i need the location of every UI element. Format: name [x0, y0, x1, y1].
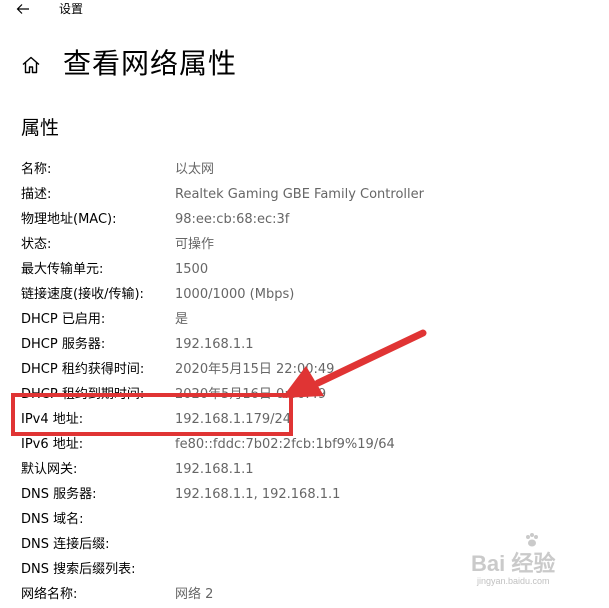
- property-row-status: 状态: 可操作: [0, 233, 609, 258]
- property-value: 192.168.1.1: [175, 462, 254, 477]
- property-row-dhcp-enabled: DHCP 已启用: 是: [0, 308, 609, 333]
- property-label: 名称:: [21, 162, 52, 177]
- property-label: DHCP 租约到期时间:: [21, 387, 145, 402]
- section-title: 属性: [21, 117, 60, 139]
- back-button[interactable]: [12, 0, 34, 20]
- property-row-ipv4: IPv4 地址: 192.168.1.179/24: [0, 408, 609, 433]
- property-value: fe80::fddc:7b02:2fcb:1bf9%19/64: [175, 437, 395, 452]
- property-value: 1000/1000 (Mbps): [175, 287, 295, 302]
- property-label: 描述:: [21, 187, 52, 202]
- property-value: 以太网: [175, 162, 215, 177]
- home-button[interactable]: [20, 54, 42, 76]
- property-row-gateway: 默认网关: 192.168.1.1: [0, 458, 609, 483]
- property-row-ipv6: IPv6 地址: fe80::fddc:7b02:2fcb:1bf9%19/64: [0, 433, 609, 458]
- property-value: 2020年5月15日 22:00:49: [175, 362, 335, 377]
- title-bar: 设置: [0, 0, 609, 22]
- property-row-name: 名称: 以太网: [0, 158, 609, 183]
- property-value: 98:ee:cb:68:ec:3f: [175, 212, 290, 227]
- property-label: IPv4 地址:: [21, 412, 84, 427]
- property-row-lease-expires: DHCP 租约到期时间: 2020年5月16日 0:00:49: [0, 383, 609, 408]
- property-label: 默认网关:: [21, 462, 78, 477]
- property-row-mtu: 最大传输单元: 1500: [0, 258, 609, 283]
- property-label: DNS 域名:: [21, 512, 84, 527]
- property-row-network-name: 网络名称: 网络 2: [0, 583, 609, 608]
- property-value: 网络 2: [175, 587, 214, 602]
- property-label: DHCP 租约获得时间:: [21, 362, 145, 377]
- property-row-dns-domain: DNS 域名:: [0, 508, 609, 533]
- property-value: 是: [175, 312, 189, 327]
- property-value: 192.168.1.1, 192.168.1.1: [175, 487, 341, 502]
- property-value: 2020年5月16日 0:00:49: [175, 387, 327, 402]
- property-label: 网络名称:: [21, 587, 78, 602]
- property-label: IPv6 地址:: [21, 437, 84, 452]
- property-label: 物理地址(MAC):: [21, 212, 117, 227]
- property-row-dhcp-server: DHCP 服务器: 192.168.1.1: [0, 333, 609, 358]
- properties-list: 名称: 以太网 描述: Realtek Gaming GBE Family Co…: [0, 158, 609, 608]
- property-value: 可操作: [175, 237, 215, 252]
- property-row-link-speed: 链接速度(接收/传输): 1000/1000 (Mbps): [0, 283, 609, 308]
- property-value: 192.168.1.1: [175, 337, 254, 352]
- property-label: 状态:: [21, 237, 52, 252]
- property-label: DNS 搜索后缀列表:: [21, 562, 136, 577]
- property-label: 最大传输单元:: [21, 262, 104, 277]
- back-arrow-icon: [16, 4, 29, 14]
- property-row-mac: 物理地址(MAC): 98:ee:cb:68:ec:3f: [0, 208, 609, 233]
- property-row-description: 描述: Realtek Gaming GBE Family Controller: [0, 183, 609, 208]
- home-icon: [22, 56, 40, 74]
- property-row-dns-suffix: DNS 连接后缀:: [0, 533, 609, 558]
- page-title: 查看网络属性: [63, 47, 238, 80]
- property-value: 192.168.1.179/24: [175, 412, 292, 427]
- property-label: DNS 连接后缀:: [21, 537, 110, 552]
- property-label: DHCP 服务器:: [21, 337, 106, 352]
- property-label: 链接速度(接收/传输):: [21, 287, 144, 302]
- property-label: DNS 服务器:: [21, 487, 97, 502]
- property-row-dns-search-list: DNS 搜索后缀列表:: [0, 558, 609, 583]
- property-row-lease-obtained: DHCP 租约获得时间: 2020年5月15日 22:00:49: [0, 358, 609, 383]
- property-value: 1500: [175, 262, 209, 277]
- window-title: 设置: [59, 2, 84, 16]
- property-label: DHCP 已启用:: [21, 312, 106, 327]
- property-row-dns-servers: DNS 服务器: 192.168.1.1, 192.168.1.1: [0, 483, 609, 508]
- property-value: Realtek Gaming GBE Family Controller: [175, 187, 424, 202]
